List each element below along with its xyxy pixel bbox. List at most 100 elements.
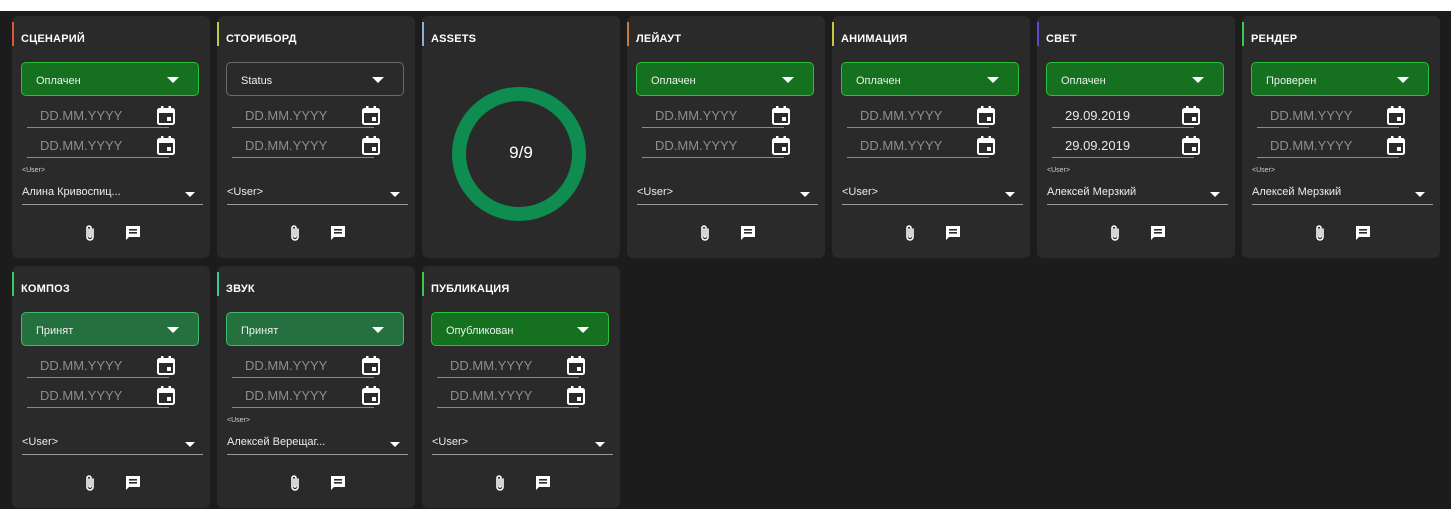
assignee-value: Алина Кривоспиц... — [22, 186, 121, 198]
status-dropdown[interactable]: Оплачен — [1046, 62, 1224, 96]
start-date-field[interactable]: DD.MM.YYYY — [27, 352, 175, 378]
calendar-icon[interactable] — [156, 385, 176, 405]
calendar-icon[interactable] — [361, 355, 381, 375]
start-date-field[interactable]: DD.MM.YYYY — [232, 102, 380, 128]
comment-icon[interactable] — [124, 474, 142, 492]
stage-card: АНИМАЦИЯ Оплачен DD.MM.YYYY DD.MM.YYYY <User… — [832, 16, 1030, 258]
paperclip-icon[interactable] — [492, 474, 510, 492]
chevron-down-icon — [185, 192, 195, 197]
comment-icon[interactable] — [739, 224, 757, 242]
end-date-field[interactable]: DD.MM.YYYY — [847, 132, 995, 158]
end-date-field[interactable]: DD.MM.YYYY — [27, 132, 175, 158]
assets-progress-text: 9/9 — [509, 143, 533, 162]
comment-icon[interactable] — [1354, 224, 1372, 242]
status-dropdown[interactable]: Оплачен — [841, 62, 1019, 96]
end-date-field[interactable]: DD.MM.YYYY — [1257, 132, 1405, 158]
status-dropdown[interactable]: Оплачен — [636, 62, 814, 96]
calendar-icon[interactable] — [1386, 105, 1406, 125]
end-date-field[interactable]: 29.09.2019 — [1052, 132, 1200, 158]
calendar-icon[interactable] — [156, 135, 176, 155]
paperclip-icon[interactable] — [82, 474, 100, 492]
assignee-dropdown[interactable]: Алексей Мерзкий — [1047, 183, 1228, 205]
paperclip-icon[interactable] — [287, 224, 305, 242]
chevron-down-icon — [1397, 77, 1409, 83]
stage-card: РЕНДЕР Проверен DD.MM.YYYY DD.MM.YYYY <User>… — [1242, 16, 1440, 258]
calendar-icon[interactable] — [361, 105, 381, 125]
status-dropdown[interactable]: Принят — [21, 312, 199, 346]
calendar-icon[interactable] — [976, 135, 996, 155]
start-date-field[interactable]: DD.MM.YYYY — [27, 102, 175, 128]
start-date-field[interactable]: DD.MM.YYYY — [642, 102, 790, 128]
paperclip-icon[interactable] — [82, 224, 100, 242]
paperclip-icon[interactable] — [1107, 224, 1125, 242]
assignee-dropdown[interactable]: <User> — [227, 183, 408, 205]
calendar-icon[interactable] — [771, 105, 791, 125]
calendar-icon[interactable] — [361, 135, 381, 155]
stage-card: КОМПОЗ Принят DD.MM.YYYY DD.MM.YYYY <User> — [12, 266, 210, 508]
comment-icon[interactable] — [534, 474, 552, 492]
calendar-icon[interactable] — [1386, 135, 1406, 155]
calendar-icon[interactable] — [566, 385, 586, 405]
date-value: DD.MM.YYYY — [860, 108, 943, 123]
calendar-icon[interactable] — [156, 355, 176, 375]
chevron-down-icon — [1005, 192, 1015, 197]
start-date-field[interactable]: DD.MM.YYYY — [232, 352, 380, 378]
end-date-field[interactable]: DD.MM.YYYY — [437, 382, 585, 408]
end-date-field[interactable]: DD.MM.YYYY — [27, 382, 175, 408]
stage-accent-bar — [1242, 22, 1244, 46]
end-date-field[interactable]: DD.MM.YYYY — [232, 382, 380, 408]
assignee-dropdown[interactable]: Алексей Мерзкий — [1252, 183, 1433, 205]
start-date-field[interactable]: DD.MM.YYYY — [1257, 102, 1405, 128]
assignee-dropdown[interactable]: <User> — [22, 433, 203, 455]
status-value: Принят — [36, 325, 74, 337]
assignee-dropdown[interactable]: Алексей Верещаг... — [227, 433, 408, 455]
comment-icon[interactable] — [329, 474, 347, 492]
status-dropdown[interactable]: Status — [226, 62, 404, 96]
status-dropdown[interactable]: Принят — [226, 312, 404, 346]
status-dropdown[interactable]: Оплачен — [21, 62, 199, 96]
assignee-dropdown[interactable]: Алина Кривоспиц... — [22, 183, 203, 205]
start-date-field[interactable]: 29.09.2019 — [1052, 102, 1200, 128]
comment-icon[interactable] — [944, 224, 962, 242]
status-value: Опубликован — [446, 325, 514, 337]
date-value: DD.MM.YYYY — [40, 358, 123, 373]
paperclip-icon[interactable] — [287, 474, 305, 492]
calendar-icon[interactable] — [566, 355, 586, 375]
stage-title: ЛЕЙАУТ — [636, 33, 682, 45]
comment-icon[interactable] — [124, 224, 142, 242]
start-date-field[interactable]: DD.MM.YYYY — [437, 352, 585, 378]
date-value: DD.MM.YYYY — [245, 138, 328, 153]
assignee-dropdown[interactable]: <User> — [842, 183, 1023, 205]
paperclip-icon[interactable] — [902, 224, 920, 242]
calendar-icon[interactable] — [361, 385, 381, 405]
start-date-field[interactable]: DD.MM.YYYY — [847, 102, 995, 128]
calendar-icon[interactable] — [1181, 105, 1201, 125]
end-date-field[interactable]: DD.MM.YYYY — [232, 132, 380, 158]
calendar-icon[interactable] — [156, 105, 176, 125]
stage-title: АНИМАЦИЯ — [841, 33, 908, 45]
comment-icon[interactable] — [1149, 224, 1167, 242]
comment-icon[interactable] — [329, 224, 347, 242]
calendar-icon[interactable] — [1181, 135, 1201, 155]
date-value: DD.MM.YYYY — [655, 108, 738, 123]
calendar-icon[interactable] — [771, 135, 791, 155]
chevron-down-icon — [167, 327, 179, 333]
calendar-icon[interactable] — [976, 105, 996, 125]
assignee-dropdown[interactable]: <User> — [432, 433, 613, 455]
paperclip-icon[interactable] — [697, 224, 715, 242]
stage-title: ПУБЛИКАЦИЯ — [431, 283, 510, 295]
status-dropdown[interactable]: Опубликован — [431, 312, 609, 346]
stage-card: ЛЕЙАУТ Оплачен DD.MM.YYYY DD.MM.YYYY <User> — [627, 16, 825, 258]
user-field-label: <User> — [1252, 167, 1275, 174]
paperclip-icon[interactable] — [1312, 224, 1330, 242]
status-value: Принят — [241, 325, 279, 337]
assignee-dropdown[interactable]: <User> — [637, 183, 818, 205]
chevron-down-icon — [577, 327, 589, 333]
status-dropdown[interactable]: Проверен — [1251, 62, 1429, 96]
chevron-down-icon — [390, 442, 400, 447]
stage-title: РЕНДЕР — [1251, 33, 1298, 45]
status-value: Status — [241, 75, 273, 87]
chevron-down-icon — [372, 327, 384, 333]
end-date-field[interactable]: DD.MM.YYYY — [642, 132, 790, 158]
user-field-label: <User> — [1047, 167, 1070, 174]
